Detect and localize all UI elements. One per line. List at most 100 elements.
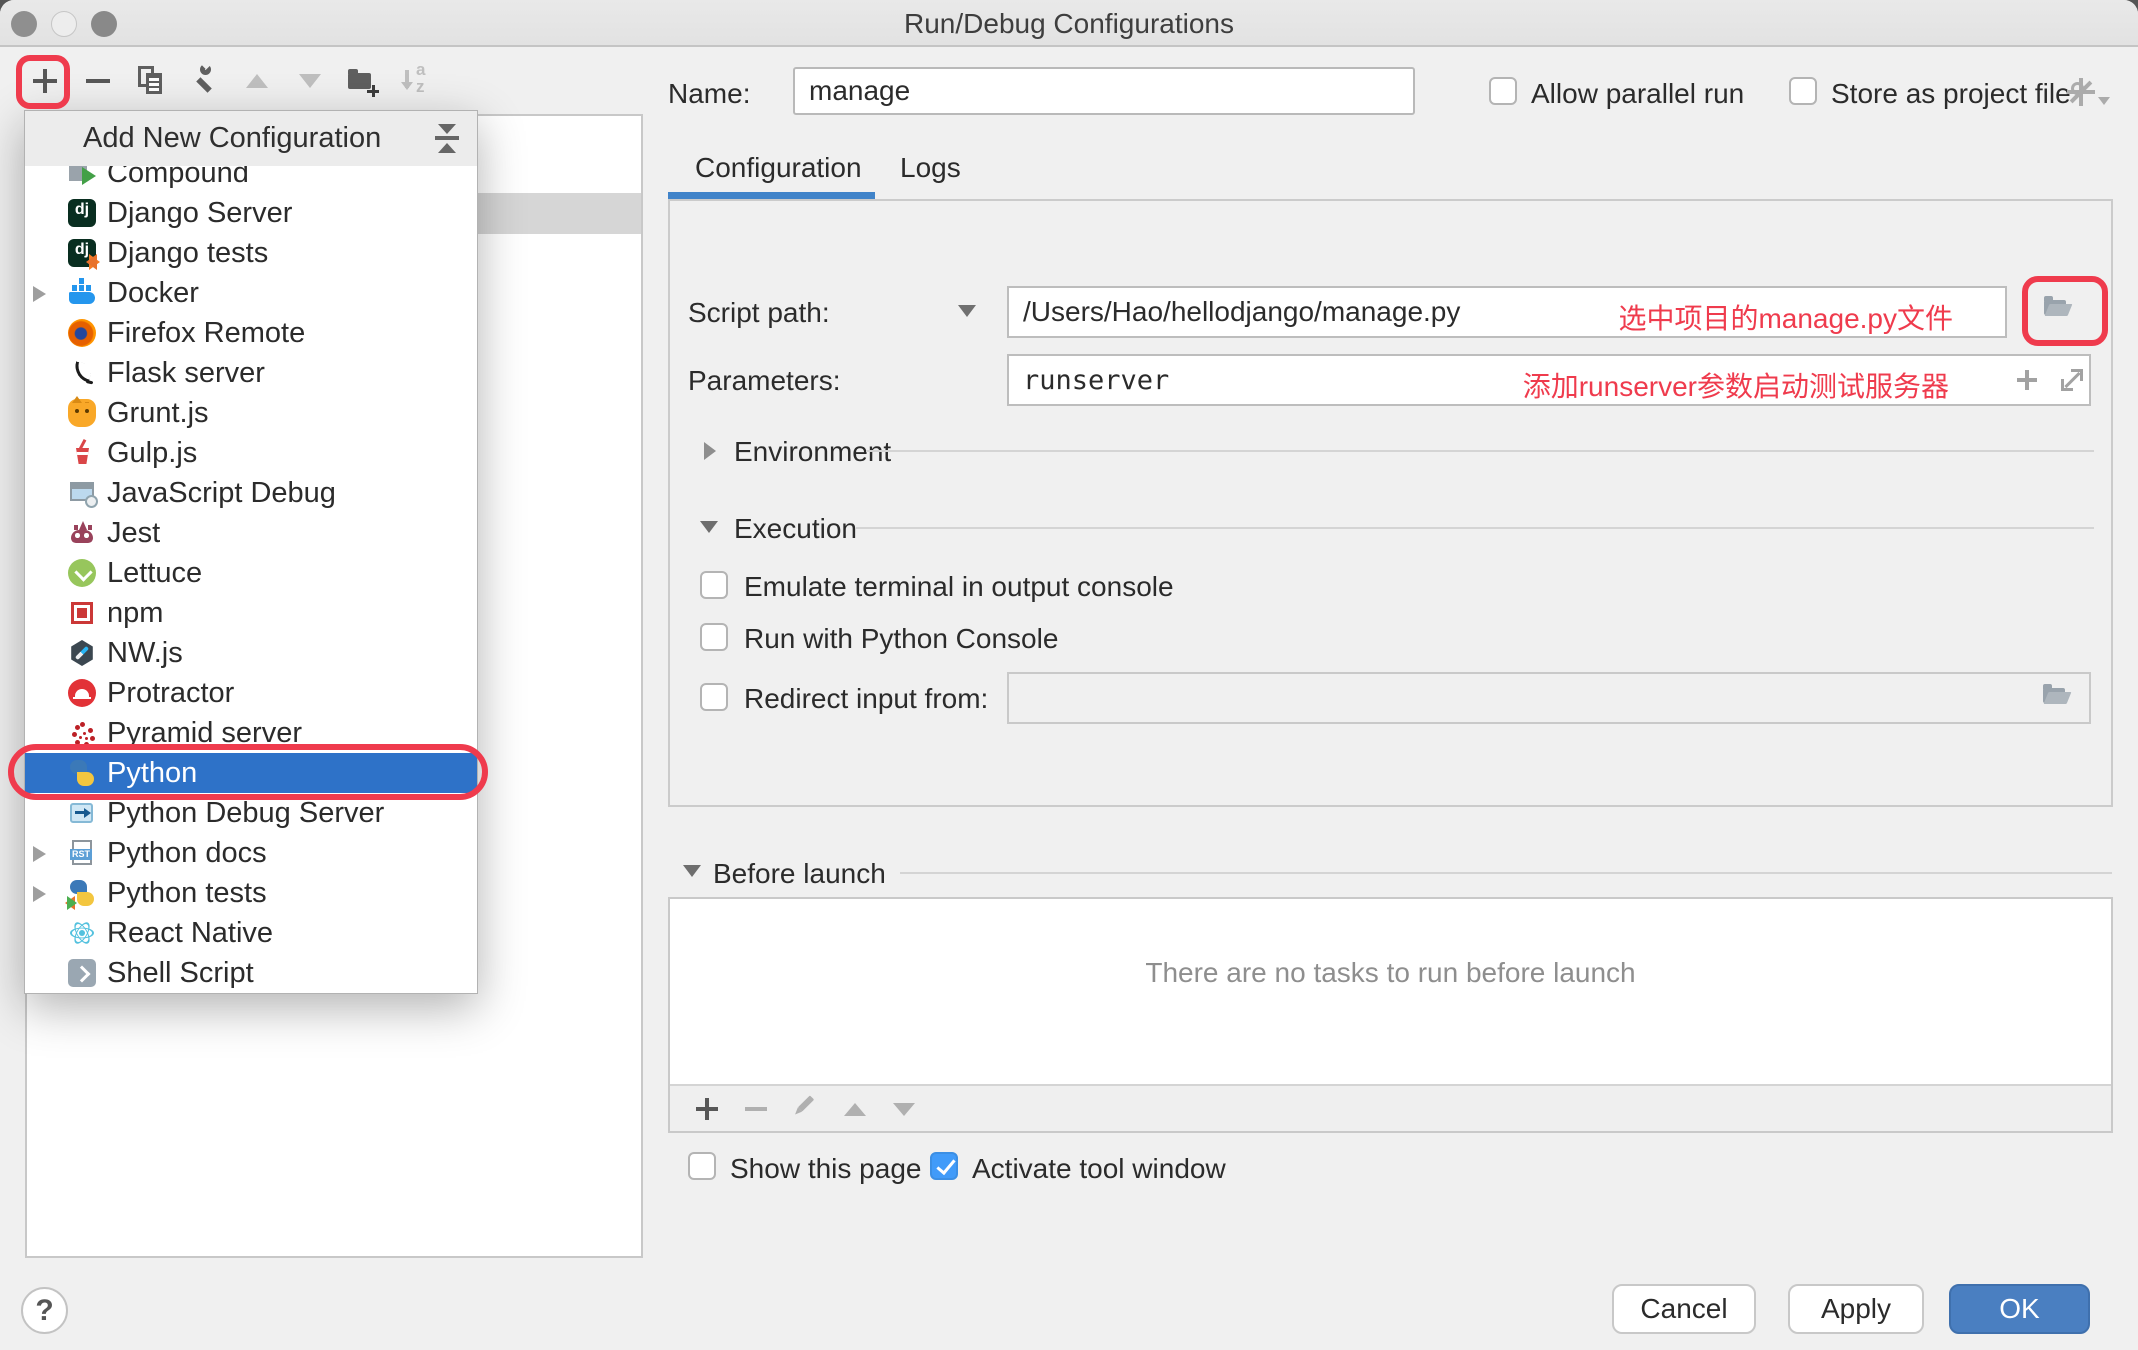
menu-item-flask-server[interactable]: Flask server bbox=[25, 353, 477, 393]
execution-section-label[interactable]: Execution bbox=[734, 513, 857, 545]
section-divider bbox=[856, 527, 2094, 529]
browse-folder-icon[interactable] bbox=[2041, 683, 2075, 713]
menu-item-label: Protractor bbox=[107, 677, 234, 710]
window-title: Run/Debug Configurations bbox=[0, 8, 2138, 40]
script-path-value: /Users/Hao/hellodjango/manage.py bbox=[1023, 296, 1460, 328]
copy-icon[interactable] bbox=[134, 64, 168, 98]
menu-item-protractor[interactable]: Protractor bbox=[25, 673, 477, 713]
execution-collapse-arrow-icon[interactable] bbox=[700, 521, 718, 533]
menu-item-react-native[interactable]: React Native bbox=[25, 913, 477, 953]
menu-item-firefox-remote[interactable]: Firefox Remote bbox=[25, 313, 477, 353]
edit-icon bbox=[790, 1093, 822, 1125]
allow-parallel-run-checkbox[interactable] bbox=[1489, 77, 1517, 105]
cancel-button[interactable]: Cancel bbox=[1612, 1284, 1756, 1334]
script-path-annotation: 选中项目的manage.py文件 bbox=[1618, 297, 1953, 337]
jest-icon bbox=[68, 519, 96, 547]
remove-icon bbox=[741, 1093, 773, 1125]
menu-item-label: Python Debug Server bbox=[107, 797, 384, 830]
move-up-icon bbox=[240, 64, 274, 98]
ok-button[interactable]: OK bbox=[1949, 1284, 2090, 1334]
add-icon[interactable] bbox=[692, 1093, 724, 1125]
add-macro-icon[interactable] bbox=[2015, 368, 2039, 392]
show-this-page-checkbox[interactable] bbox=[688, 1152, 716, 1180]
redirect-input-checkbox[interactable] bbox=[700, 683, 728, 711]
collapse-icon[interactable] bbox=[435, 124, 461, 154]
menu-item-label: Docker bbox=[107, 277, 199, 310]
menu-item-django-tests[interactable]: Django tests bbox=[25, 233, 477, 273]
run-with-python-console-checkbox[interactable] bbox=[700, 623, 728, 651]
menu-item-compound[interactable]: Compound bbox=[25, 166, 477, 193]
redirect-input-field[interactable] bbox=[1007, 672, 2091, 724]
gear-dropdown-caret-icon[interactable] bbox=[2098, 97, 2110, 105]
menu-item-docker[interactable]: Docker bbox=[25, 273, 477, 313]
emulate-terminal-checkbox[interactable] bbox=[700, 571, 728, 599]
python-debug-icon bbox=[68, 799, 96, 827]
nwjs-icon bbox=[68, 639, 96, 667]
menu-item-label: Flask server bbox=[107, 357, 265, 390]
before-launch-task-list: There are no tasks to run before launch bbox=[668, 897, 2113, 1133]
menu-item-label: Django tests bbox=[107, 237, 268, 270]
menu-item-python-tests[interactable]: Python tests bbox=[25, 873, 477, 913]
menu-item-django-server[interactable]: Django Server bbox=[25, 193, 477, 233]
menu-item-lettuce[interactable]: Lettuce bbox=[25, 553, 477, 593]
gear-icon[interactable] bbox=[2066, 77, 2096, 107]
name-label: Name: bbox=[668, 78, 750, 110]
new-folder-icon[interactable] bbox=[346, 64, 380, 98]
menu-item-nw-js[interactable]: NW.js bbox=[25, 633, 477, 673]
menu-item-python-docs[interactable]: Python docs bbox=[25, 833, 477, 873]
environment-section-label[interactable]: Environment bbox=[734, 436, 891, 468]
grunt-icon bbox=[68, 399, 96, 427]
name-input[interactable] bbox=[793, 67, 1415, 115]
tab-configuration[interactable]: Configuration bbox=[695, 152, 862, 184]
menu-item-label: JavaScript Debug bbox=[107, 477, 336, 510]
menu-item-label: Gulp.js bbox=[107, 437, 197, 470]
menu-item-gulp-js[interactable]: Gulp.js bbox=[25, 433, 477, 473]
remove-icon[interactable] bbox=[81, 64, 115, 98]
menu-item-grunt-js[interactable]: Grunt.js bbox=[25, 393, 477, 433]
parameters-input[interactable]: runserver 添加runserver参数启动测试服务器 bbox=[1007, 354, 2091, 406]
expand-field-icon[interactable] bbox=[2059, 367, 2085, 393]
menu-item-jest[interactable]: Jest bbox=[25, 513, 477, 553]
expand-arrow-icon[interactable] bbox=[33, 286, 46, 302]
run-with-python-console-label: Run with Python Console bbox=[744, 623, 1058, 655]
before-launch-collapse-arrow-icon[interactable] bbox=[683, 865, 701, 877]
move-down-icon bbox=[888, 1093, 920, 1125]
menu-item-pyramid-server[interactable]: Pyramid server bbox=[25, 713, 477, 753]
script-path-caret-icon[interactable] bbox=[958, 305, 976, 317]
script-path-input[interactable]: /Users/Hao/hellodjango/manage.py 选中项目的ma… bbox=[1007, 286, 2007, 338]
menu-item-npm[interactable]: npm bbox=[25, 593, 477, 633]
flask-icon bbox=[68, 359, 96, 387]
django-server-icon bbox=[68, 199, 96, 227]
browse-folder-icon[interactable] bbox=[2042, 295, 2076, 325]
expand-arrow-icon[interactable] bbox=[33, 886, 46, 902]
menu-item-shell-script[interactable]: Shell Script bbox=[25, 953, 477, 989]
section-divider bbox=[900, 872, 2112, 874]
tab-logs[interactable]: Logs bbox=[900, 152, 961, 184]
menu-item-python-debug-server[interactable]: Python Debug Server bbox=[25, 793, 477, 833]
menu-item-label: Jest bbox=[107, 517, 160, 550]
menu-item-label: Grunt.js bbox=[107, 397, 209, 430]
edit-defaults-icon[interactable] bbox=[187, 64, 221, 98]
script-path-label: Script path: bbox=[688, 297, 830, 329]
gulp-icon bbox=[68, 439, 96, 467]
menu-item-label: React Native bbox=[107, 917, 273, 950]
redirect-input-label: Redirect input from: bbox=[744, 683, 988, 715]
expand-arrow-icon[interactable] bbox=[33, 846, 46, 862]
menu-item-label: Django Server bbox=[107, 197, 292, 230]
menu-item-label: Python bbox=[107, 757, 197, 790]
popup-header-label: Add New Configuration bbox=[83, 122, 381, 155]
environment-expand-arrow-icon[interactable] bbox=[704, 442, 716, 460]
store-as-project-file-checkbox[interactable] bbox=[1789, 77, 1817, 105]
menu-item-label: npm bbox=[107, 597, 163, 630]
before-launch-label[interactable]: Before launch bbox=[713, 858, 886, 890]
python-tests-icon bbox=[68, 879, 96, 907]
menu-item-python[interactable]: Python bbox=[25, 753, 477, 793]
add-icon[interactable] bbox=[28, 64, 62, 98]
run-debug-configurations-dialog: Run/Debug Configurations Add New Configu… bbox=[0, 0, 2138, 1350]
help-button[interactable]: ? bbox=[21, 1287, 68, 1334]
activate-tool-window-checkbox[interactable] bbox=[930, 1152, 958, 1180]
apply-button[interactable]: Apply bbox=[1788, 1284, 1924, 1334]
menu-item-javascript-debug[interactable]: JavaScript Debug bbox=[25, 473, 477, 513]
sort-alphabetically-icon[interactable] bbox=[399, 64, 433, 98]
menu-item-label: Lettuce bbox=[107, 557, 202, 590]
